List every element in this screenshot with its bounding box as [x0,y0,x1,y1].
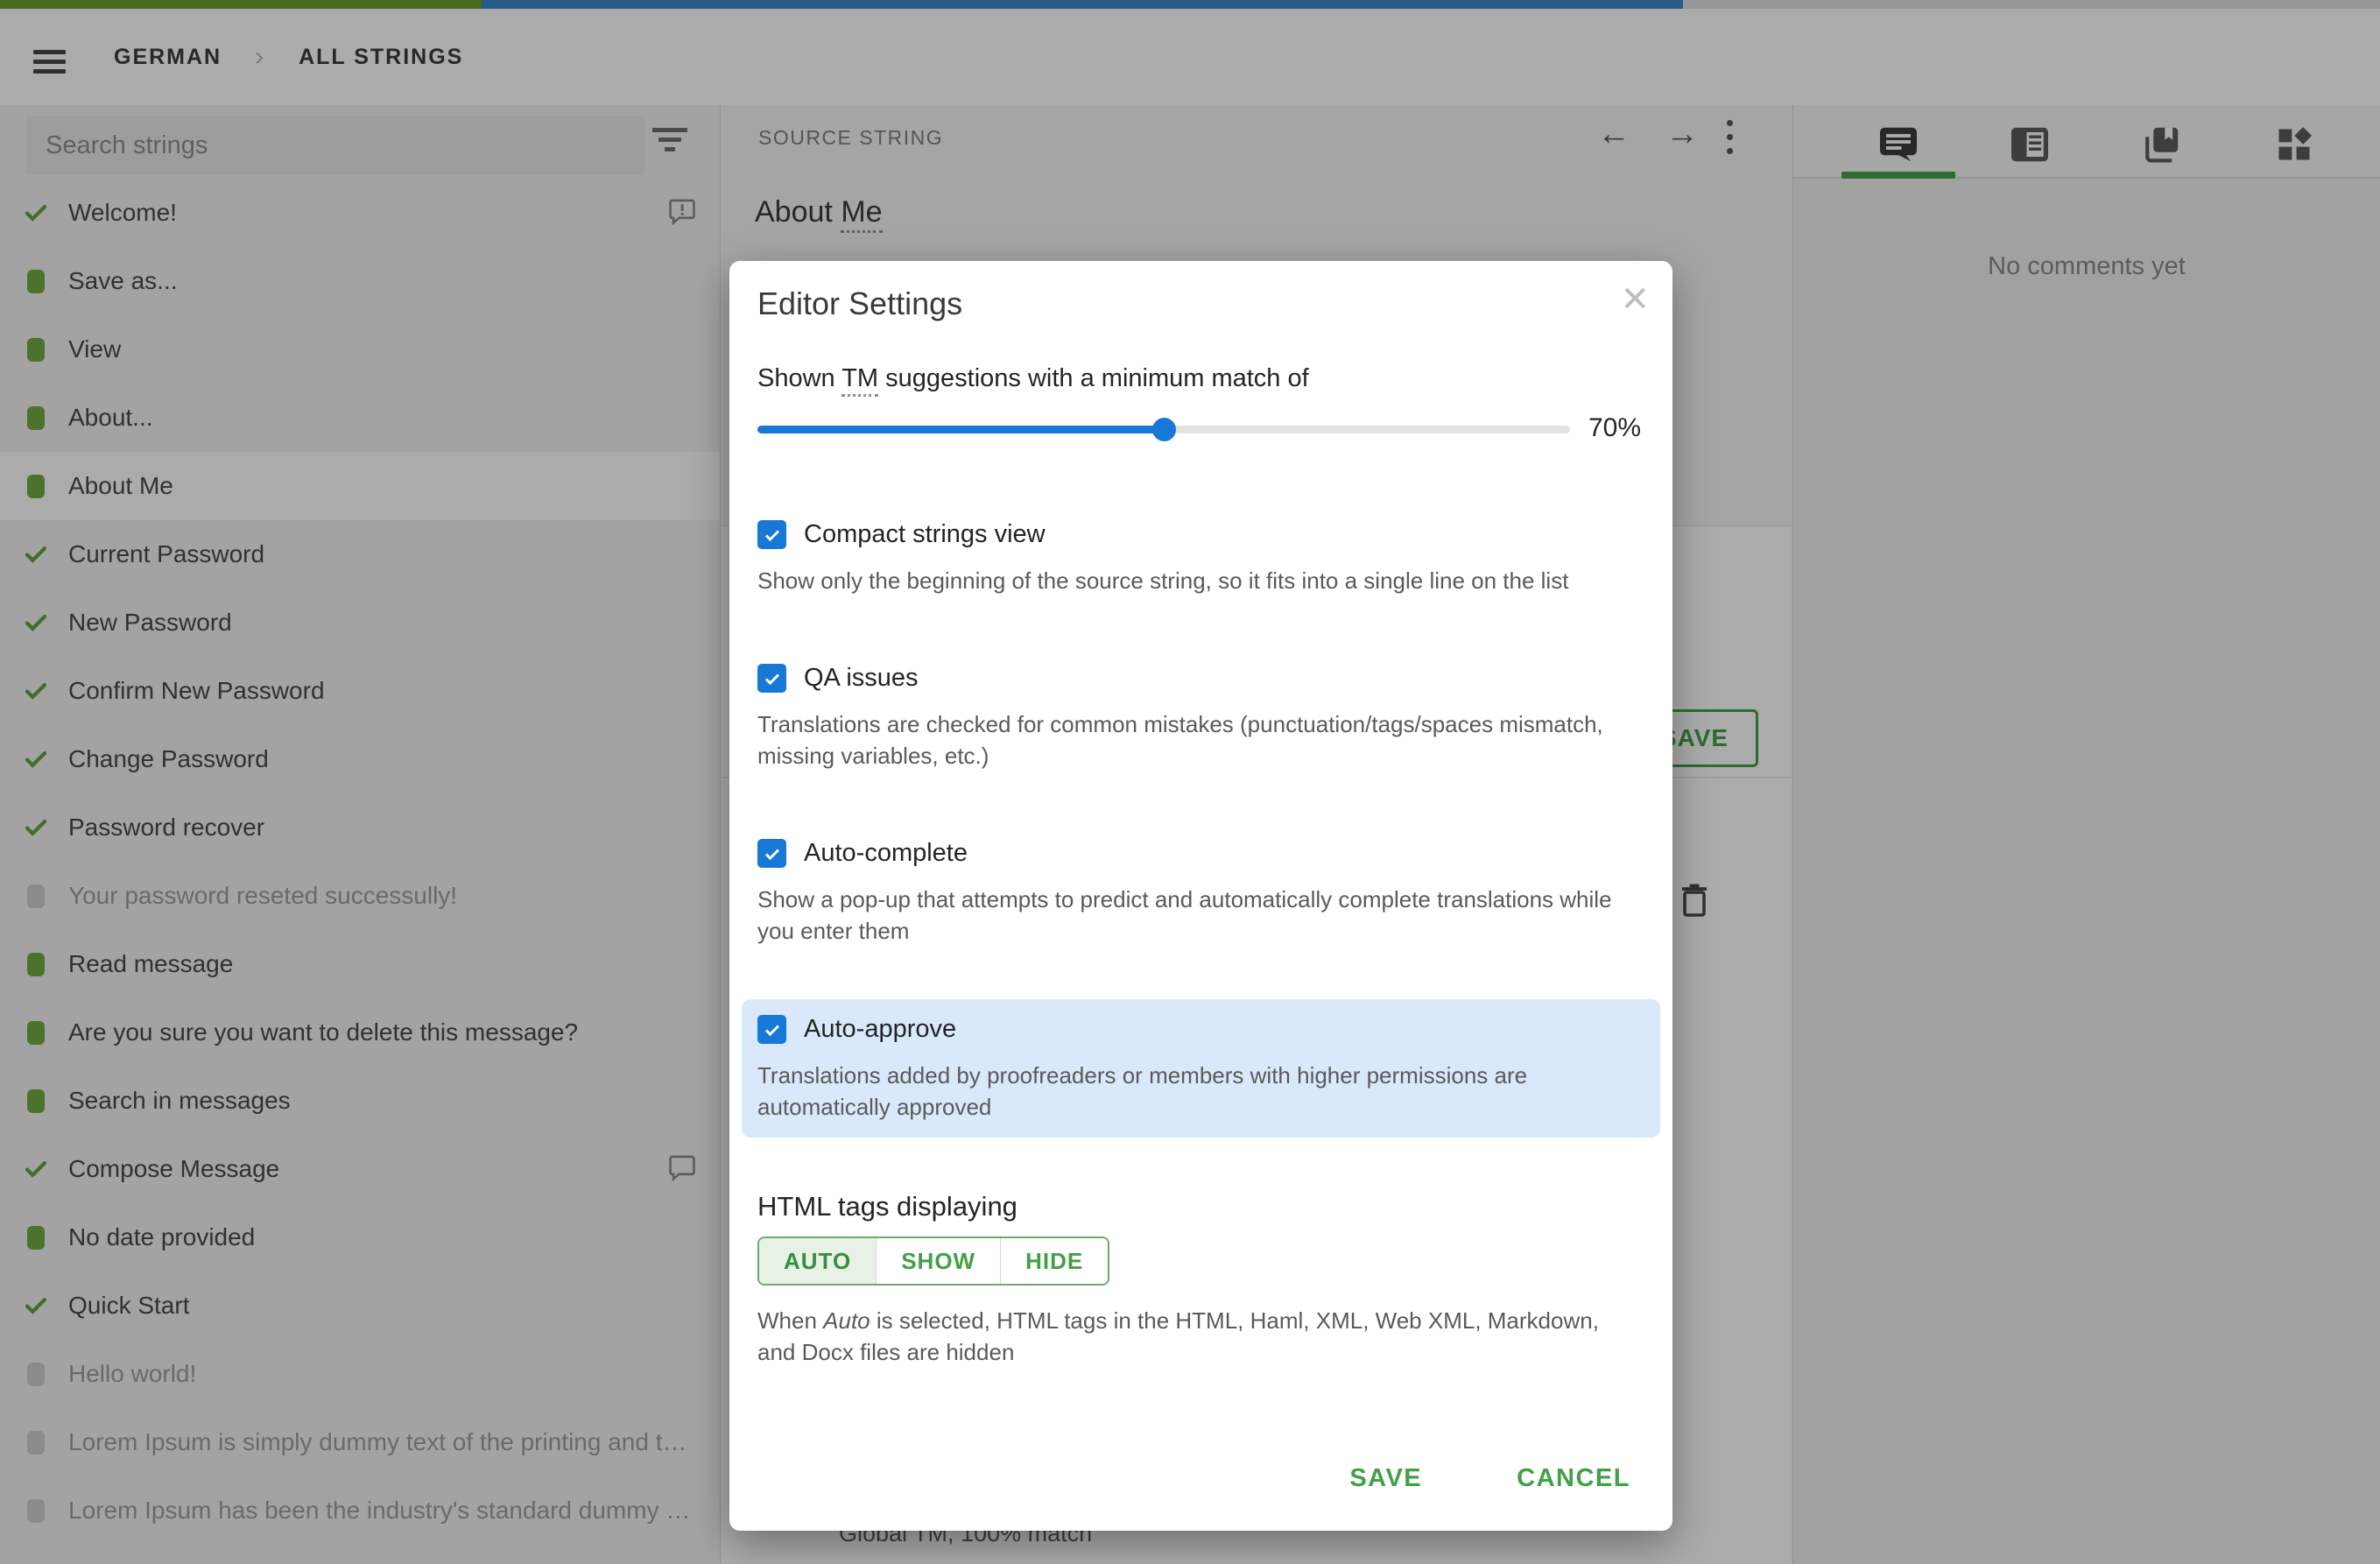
tm-threshold-slider[interactable] [757,412,1570,447]
checkbox-auto-approve[interactable]: Auto-approve [757,1015,956,1044]
checkbox-icon[interactable] [757,1015,786,1044]
checkbox-qa-issues[interactable]: QA issues [757,664,919,693]
modal-title: Editor Settings [757,285,963,321]
segment-auto[interactable]: AUTO [759,1238,877,1284]
editor-settings-modal: Editor Settings ✕ Shown TM suggestions w… [729,261,1672,1531]
checkbox-icon[interactable] [757,839,786,868]
segment-show[interactable]: SHOW [876,1238,1001,1284]
html-tags-description: When Auto is selected, HTML tags in the … [757,1307,1599,1366]
checkbox-compact-strings[interactable]: Compact strings view [757,520,1046,549]
slider-thumb[interactable] [1152,418,1176,441]
checkbox-description: Translations are checked for common mist… [757,711,1603,769]
html-tags-segmented-control: AUTO SHOW HIDE [757,1236,1110,1286]
checkbox-icon[interactable] [757,520,786,549]
crowdin-editor-screen: GERMAN › ALL STRINGS Search strings Welc… [0,0,2380,1564]
slider-value: 70% [1588,413,1641,442]
checkbox-description: Show a pop-up that attempts to predict a… [757,886,1612,944]
tm-term[interactable]: TM [841,364,879,397]
save-button[interactable]: SAVE [1344,1455,1427,1502]
segment-hide[interactable]: HIDE [1000,1238,1109,1284]
html-tags-heading: HTML tags displaying [757,1191,1017,1222]
checkbox-icon[interactable] [757,664,786,693]
slider-fill [757,426,1164,433]
checkbox-description: Translations added by proofreaders or me… [757,1062,1528,1120]
checkbox-auto-complete[interactable]: Auto-complete [757,839,968,868]
checkbox-description: Show only the beginning of the source st… [757,567,1569,594]
modal-actions: SAVE CANCEL [1344,1455,1636,1502]
tm-threshold-label: Shown TM suggestions with a minimum matc… [757,364,1309,397]
cancel-button[interactable]: CANCEL [1511,1455,1636,1502]
close-icon[interactable]: ✕ [1620,282,1650,317]
